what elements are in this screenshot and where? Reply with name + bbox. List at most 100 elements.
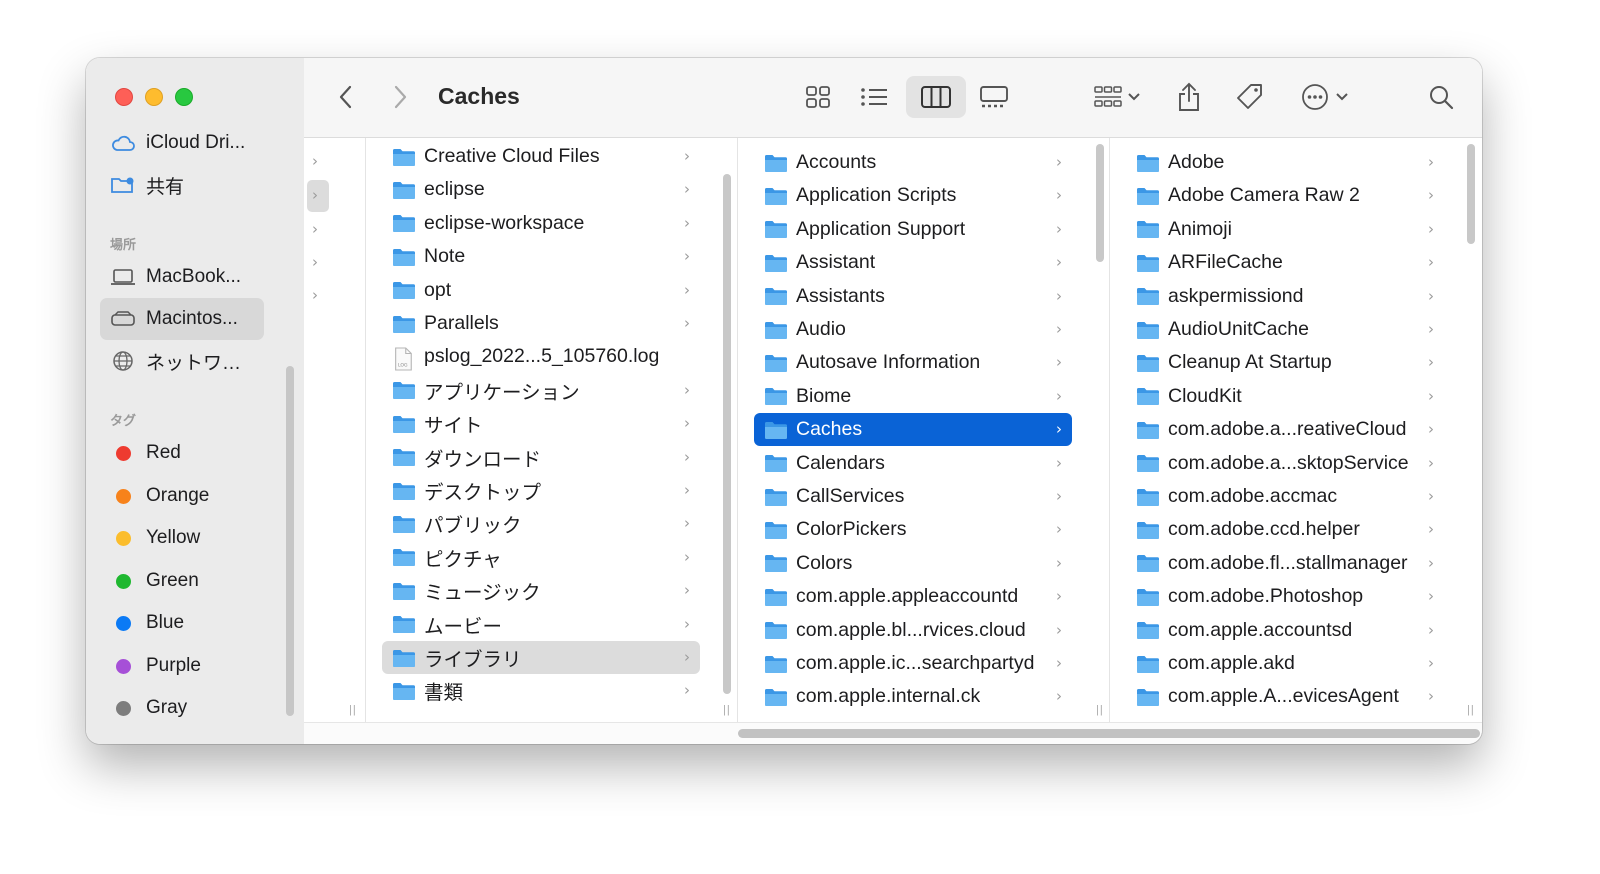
column-resize-handle[interactable]: || [723,704,731,716]
sidebar-item-network[interactable]: ネットワ… [100,340,264,382]
list-item[interactable]: com.adobe.accmac › [1126,480,1444,513]
list-item[interactable]: ARFileCache › [1126,246,1444,279]
list-item[interactable]: Colors › [754,547,1072,580]
list-item[interactable]: Cleanup At Startup › [1126,346,1444,379]
list-item[interactable]: Adobe Camera Raw 2 › [1126,179,1444,212]
list-item[interactable]: ダウンロード › [382,441,700,474]
column-resize-handle[interactable]: || [1096,704,1104,716]
list-item[interactable]: ColorPickers › [754,513,1072,546]
list-item[interactable]: com.adobe.a...reativeCloud › [1126,413,1444,446]
item-name: eclipse-workspace [424,211,585,234]
chevron-right-icon: › [312,253,318,271]
list-item[interactable]: com.adobe.fl...stallmanager › [1126,547,1444,580]
list-item[interactable]: ピクチャ › [382,541,700,574]
sidebar-scrollbar[interactable] [286,366,294,716]
list-item[interactable]: Assistant › [754,246,1072,279]
list-item[interactable]: Autosave Information › [754,346,1072,379]
action-button[interactable] [1294,76,1356,118]
list-item[interactable]: com.apple.bl...rvices.cloud › [754,614,1072,647]
sidebar-tag-yellow[interactable]: Yellow [100,517,264,559]
column-library-scrollbar[interactable] [1096,144,1104,262]
sidebar-tag-gray[interactable]: Gray [100,687,264,729]
list-item[interactable]: Calendars › [754,447,1072,480]
list-item[interactable]: アプリケーション › [382,374,700,407]
list-item[interactable]: Assistants › [754,280,1072,313]
list-item[interactable]: パブリック › [382,507,700,540]
list-item[interactable]: com.adobe.Photoshop › [1126,580,1444,613]
list-item[interactable]: Application Scripts › [754,179,1072,212]
sidebar-item-macbook[interactable]: MacBook... [100,256,264,298]
column-home: Creative Cloud Files › eclipse › eclipse-wor… [366,138,738,722]
close-button[interactable] [115,88,133,106]
sidebar-tag-red[interactable]: Red [100,432,264,474]
column-resize-handle[interactable]: || [1467,704,1475,716]
chevron-right-icon: › [684,547,690,566]
list-item[interactable]: AudioUnitCache › [1126,313,1444,346]
gallery-view-button[interactable] [974,76,1014,118]
sidebar-tag-green[interactable]: Green [100,560,264,602]
sidebar-item-macintosh-hd[interactable]: Macintos... [100,298,264,340]
item-name: パブリック [424,515,522,538]
list-item[interactable]: CallServices › [754,480,1072,513]
search-button[interactable] [1424,76,1458,118]
column-resize-handle[interactable]: || [349,704,357,716]
list-item[interactable]: Adobe › [1126,146,1444,179]
horizontal-scrollbar[interactable] [738,729,1480,738]
list-item[interactable]: com.adobe.ccd.helper › [1126,513,1444,546]
list-item[interactable]: Caches › [754,413,1072,447]
list-item[interactable]: LOG pslog_2022...5_105760.log [382,340,700,373]
list-item[interactable]: eclipse-workspace › [382,207,700,240]
column-caches-scrollbar[interactable] [1467,144,1475,244]
list-item[interactable]: askpermissiond › [1126,280,1444,313]
share-button[interactable] [1172,76,1206,118]
list-item[interactable]: ライブラリ › [382,641,700,674]
sidebar-tag-purple[interactable]: Purple [100,645,264,687]
sidebar-tag-orange[interactable]: Orange [100,475,264,517]
list-item[interactable]: Audio › [754,313,1072,346]
forward-button[interactable] [386,76,414,118]
folder-icon [392,180,416,200]
list-item[interactable]: Note › [382,240,700,273]
folder-icon [764,253,788,273]
selected-row-marker[interactable] [307,180,329,212]
list-item[interactable]: デスクトップ › [382,474,700,507]
list-item[interactable]: com.adobe.a...sktopService › [1126,447,1444,480]
list-item[interactable]: com.apple.akd › [1126,647,1444,680]
list-item[interactable]: Accounts › [754,146,1072,179]
list-item[interactable]: Animoji › [1126,213,1444,246]
list-item[interactable]: ミュージック › [382,574,700,607]
list-item[interactable]: com.apple.ic...searchpartyd › [754,647,1072,680]
list-item[interactable]: com.apple.accountsd › [1126,614,1444,647]
list-item[interactable]: com.apple.A...evicesAgent › [1126,680,1444,713]
list-item[interactable]: Creative Cloud Files › [382,140,700,173]
icon-view-button[interactable] [798,76,838,118]
column-view-button[interactable] [906,76,966,118]
list-item[interactable]: 書類 › [382,674,700,707]
list-item[interactable]: サイト › [382,407,700,440]
group-button[interactable] [1088,76,1146,118]
sidebar-item-shared[interactable]: 共有 [100,164,264,206]
list-item[interactable]: Biome › [754,380,1072,413]
list-item[interactable]: com.apple.internal.ck › [754,680,1072,713]
folder-icon [764,520,788,540]
sidebar-item-icloud-drive[interactable]: iCloud Dri... [100,122,264,164]
folder-icon [764,353,788,373]
item-name: com.adobe.a...reativeCloud [1168,418,1407,441]
zoom-button[interactable] [175,88,193,106]
folder-icon [764,286,788,306]
back-button[interactable] [332,76,360,118]
list-item[interactable]: opt › [382,274,700,307]
list-item[interactable]: com.apple.appleaccountd › [754,580,1072,613]
chevron-right-icon: › [684,481,690,499]
list-item[interactable]: Application Support › [754,213,1072,246]
list-item[interactable]: Parallels › [382,307,700,340]
list-view-button[interactable] [854,76,894,118]
minimize-button[interactable] [145,88,163,106]
column-home-scrollbar[interactable] [723,174,731,694]
list-item[interactable]: CloudKit › [1126,380,1444,413]
list-item[interactable]: ムービー › [382,608,700,641]
sidebar-tag-blue[interactable]: Blue [100,602,264,644]
sidebar-item-label: Blue [146,612,185,633]
list-item[interactable]: eclipse › [382,173,700,206]
tag-button[interactable] [1230,76,1270,118]
